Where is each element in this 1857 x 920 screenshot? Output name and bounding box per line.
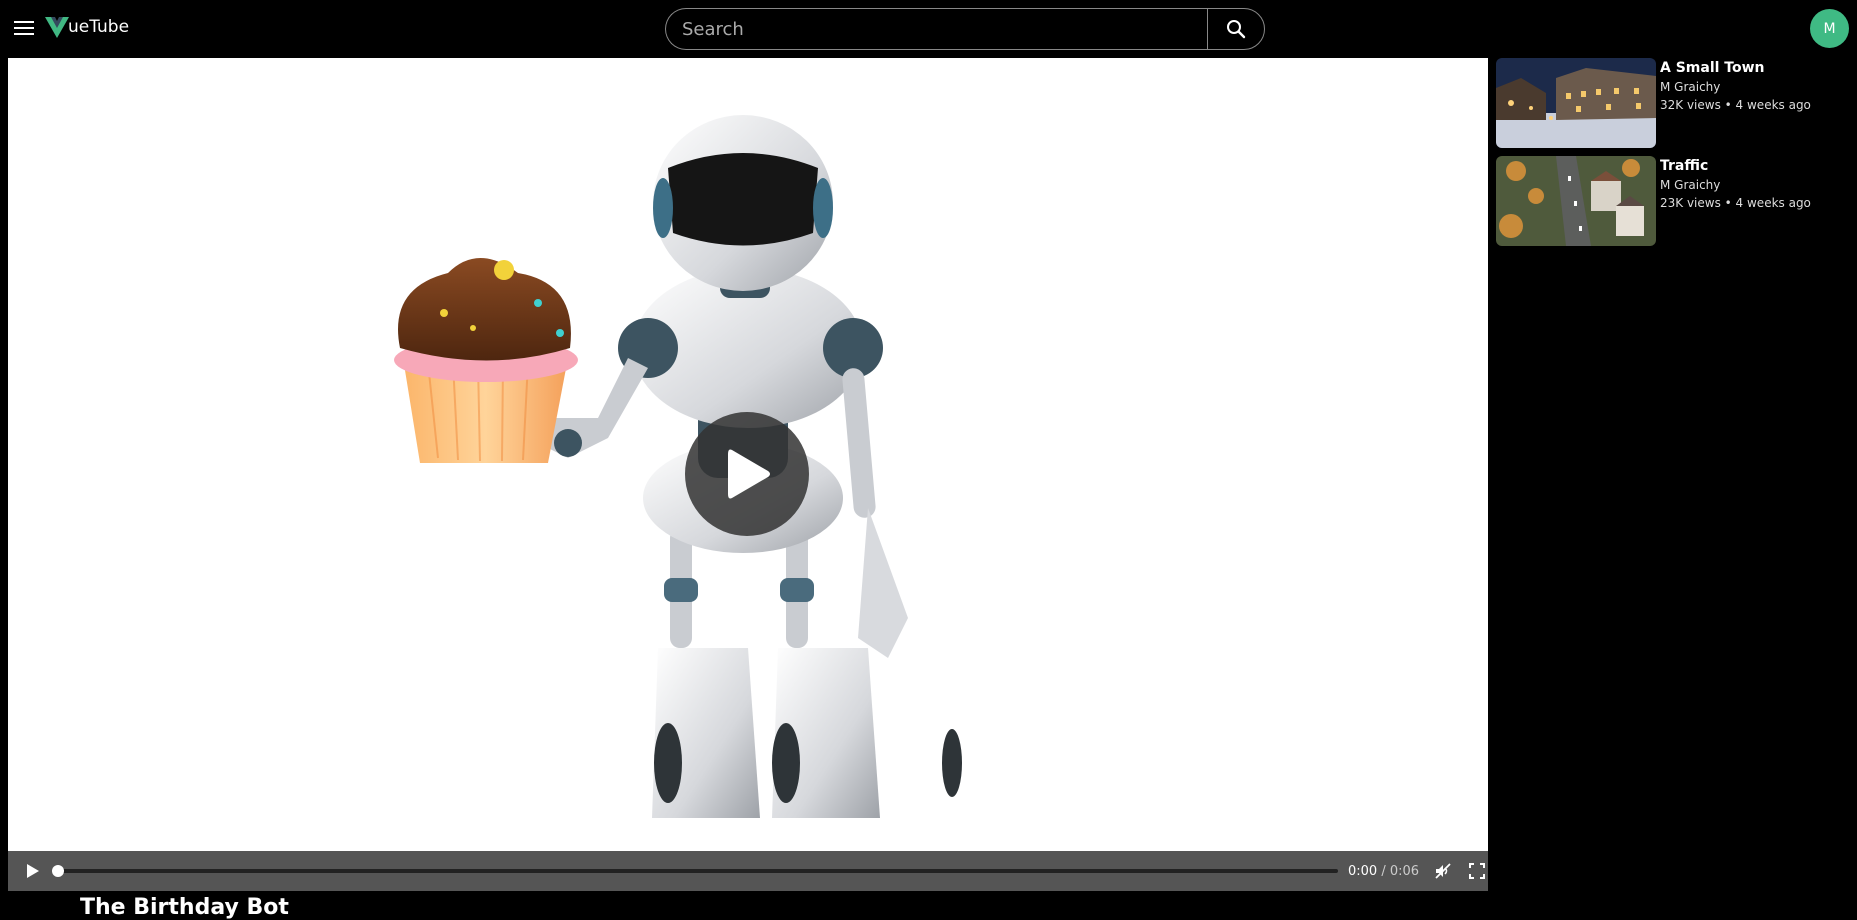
big-play-button[interactable] [685, 412, 809, 536]
mute-button[interactable] [1433, 861, 1453, 881]
recommendations-list: A Small Town M Graichy 32K views • 4 wee… [1496, 58, 1857, 254]
play-icon [27, 864, 39, 878]
progress-bar[interactable] [52, 865, 1338, 877]
recommendation-channel: M Graichy [1660, 80, 1721, 94]
recommendation-info: A Small Town M Graichy 32K views • 4 wee… [1660, 60, 1850, 112]
search-bar [665, 8, 1265, 50]
recommendation-title[interactable]: Traffic [1660, 158, 1850, 174]
app-logo[interactable]: ueTube [44, 14, 129, 40]
play-icon [728, 449, 770, 499]
play-button[interactable] [22, 860, 44, 882]
progress-knob[interactable] [52, 865, 64, 877]
video-thumbnail[interactable] [1496, 58, 1656, 148]
recommendation-meta: 23K views • 4 weeks ago [1660, 196, 1811, 210]
recommendation-info: Traffic M Graichy 23K views • 4 weeks ag… [1660, 158, 1850, 210]
recommendation-channel: M Graichy [1660, 178, 1721, 192]
top-bar: ueTube M [0, 0, 1857, 58]
recommendation-item[interactable]: A Small Town M Graichy 32K views • 4 wee… [1496, 58, 1857, 148]
player-controls: 0:00 / 0:06 [8, 851, 1488, 891]
video-title: The Birthday Bot [80, 895, 289, 920]
video-thumbnail[interactable] [1496, 156, 1656, 246]
time-separator: / [1377, 863, 1390, 879]
duration: 0:06 [1389, 863, 1420, 879]
video-player[interactable]: 0:00 / 0:06 [8, 58, 1488, 891]
fullscreen-button[interactable] [1467, 861, 1487, 881]
traffic-thumbnail-image [1496, 156, 1656, 246]
app-name: ueTube [68, 17, 130, 37]
recommendation-meta: 32K views • 4 weeks ago [1660, 98, 1811, 112]
menu-icon[interactable] [12, 17, 36, 41]
time-display: 0:00 / 0:06 [1348, 864, 1419, 879]
recommendation-item[interactable]: Traffic M Graichy 23K views • 4 weeks ag… [1496, 156, 1857, 246]
search-icon [1227, 20, 1246, 39]
avatar[interactable]: M [1810, 9, 1849, 48]
town-thumbnail-image [1496, 58, 1656, 148]
fullscreen-icon [1469, 863, 1486, 879]
search-input[interactable] [665, 8, 1207, 50]
current-time: 0:00 [1348, 863, 1378, 879]
search-button[interactable] [1207, 8, 1265, 50]
recommendation-title[interactable]: A Small Town [1660, 60, 1850, 76]
muted-speaker-icon [1435, 863, 1451, 879]
video-frame[interactable] [8, 58, 1488, 851]
vue-logo-icon [45, 17, 69, 38]
